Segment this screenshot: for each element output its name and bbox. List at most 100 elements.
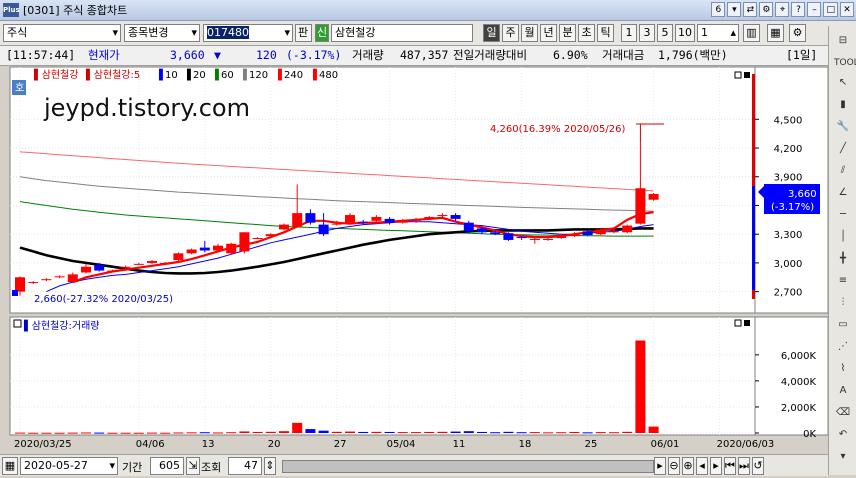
volume-minimize-icon[interactable]	[734, 319, 742, 327]
candle-body	[635, 188, 646, 224]
volume-bar	[318, 430, 329, 433]
x-axis-label: 2020/03/25	[14, 439, 72, 450]
legend-stock-name-text: 삼현철강	[42, 69, 79, 81]
vertical-line-icon[interactable]: │	[834, 230, 852, 244]
zoom-in-icon[interactable]: ⊕	[682, 457, 694, 475]
settings-icon[interactable]: ⚙	[759, 2, 774, 17]
change-item-select[interactable]: 종목변경 ▾	[124, 24, 200, 42]
grid-icon[interactable]: ▦	[767, 24, 784, 42]
page-number[interactable]: 6	[711, 2, 726, 17]
scroll-left-end-icon[interactable]: ◂	[696, 457, 708, 475]
legend-ma5-text: 삼현철강:5	[94, 69, 141, 81]
horizontal-scrollbar[interactable]	[282, 460, 654, 473]
period-button-5[interactable]: 초	[578, 24, 595, 42]
fan-icon[interactable]: ⋰	[834, 340, 852, 354]
period-tag[interactable]: [1일]	[786, 46, 817, 65]
period-button-6[interactable]: 틱	[597, 24, 614, 42]
pin-icon[interactable]: ⌖	[775, 2, 790, 17]
close-icon[interactable]: ✕	[840, 2, 854, 17]
candle-body	[15, 277, 25, 292]
chart-toolbar: 주식 ▾ 종목변경 ▾ 017480 ▾ 판 신 삼현철강 일주월년분초틱 1 …	[0, 21, 856, 46]
volume-bar	[54, 432, 65, 434]
chart-settings-icon[interactable]: ▥	[743, 24, 760, 42]
collapse-icon[interactable]: ⊟	[834, 34, 852, 48]
period-button-3[interactable]: 년	[540, 24, 557, 42]
candle-body	[556, 235, 567, 239]
angle-icon[interactable]: ∠	[834, 186, 852, 200]
scroll-down-icon[interactable]: ▾	[834, 450, 852, 464]
legend-ma-10: 10	[165, 70, 178, 81]
trendline-icon[interactable]: ╱	[834, 142, 852, 156]
parallel-icon[interactable]: ⫽	[834, 164, 852, 178]
candle-body	[397, 220, 408, 223]
tool-label[interactable]: TOOL	[834, 56, 856, 70]
volume-panel-toggle-icon[interactable]	[13, 319, 22, 328]
stock-code-input[interactable]: 017480 ▾	[203, 24, 293, 42]
rewind-icon[interactable]: ⏮	[724, 457, 736, 475]
cross-icon[interactable]: ╋	[834, 252, 852, 266]
unit-value: 1	[701, 26, 708, 39]
rectangle-icon[interactable]: ▭	[834, 318, 852, 332]
stock-chart-svg[interactable]: 4,5004,2003,9003,6003,3003,0002,7006,000…	[0, 66, 829, 475]
query-icon[interactable]: ⇲	[186, 457, 200, 475]
minimize-icon[interactable]: –	[807, 2, 822, 17]
pan-button[interactable]: 판	[295, 24, 312, 42]
number-button-1[interactable]: 1	[621, 24, 637, 42]
candle-body	[371, 216, 382, 221]
undo-icon[interactable]: ↶	[834, 428, 852, 442]
period-button-2[interactable]: 월	[521, 24, 538, 42]
stock-code-value: 017480	[207, 26, 249, 39]
period-input[interactable]: 605	[150, 457, 184, 475]
chevron-down-icon: ▾	[109, 459, 115, 472]
candle-body	[305, 213, 316, 223]
wrench-icon[interactable]: 🔧	[834, 120, 852, 134]
bar-icon[interactable]: ▮	[834, 98, 852, 112]
help-icon[interactable]: ?	[791, 2, 806, 17]
text-icon[interactable]: A	[834, 384, 852, 398]
shin-badge[interactable]: 신	[315, 24, 329, 42]
fibonacci-icon[interactable]: ≡	[834, 274, 852, 288]
count-input[interactable]: 47	[228, 457, 262, 475]
period-button-1[interactable]: 주	[502, 24, 519, 42]
replay-icon[interactable]: ↺	[752, 457, 764, 475]
pattern-icon[interactable]: ⌇	[834, 362, 852, 376]
candle-body	[543, 238, 553, 240]
candle-body	[265, 234, 276, 237]
candle-body	[503, 233, 514, 240]
number-button-5[interactable]: 5	[657, 24, 673, 42]
horizontal-line-icon[interactable]: ─	[834, 208, 852, 222]
gear-icon[interactable]: ⚙	[789, 24, 806, 42]
volume-bar	[424, 431, 435, 433]
zoom-out-icon[interactable]: ⊖	[668, 457, 680, 475]
market-select[interactable]: 주식 ▾	[3, 24, 121, 42]
volume-bar	[94, 432, 105, 434]
volume-bar	[450, 431, 461, 433]
forward-icon[interactable]: ⏭	[738, 457, 750, 475]
maximize-icon[interactable]: □	[823, 2, 838, 17]
quote-time: [11:57:44]	[6, 48, 76, 62]
unit-input[interactable]: 1 ▴	[697, 24, 739, 42]
eraser-icon[interactable]: ⌫	[834, 406, 852, 420]
candle-body	[67, 274, 78, 283]
period-label: 기간	[122, 461, 143, 474]
scroll-right-icon[interactable]: ▸	[654, 457, 666, 475]
volume-bar	[213, 432, 223, 434]
link-icon[interactable]: ⇄	[743, 2, 758, 17]
period-button-4[interactable]: 분	[559, 24, 576, 42]
period-button-0[interactable]: 일	[483, 24, 500, 42]
calendar-icon[interactable]: ▦	[2, 457, 18, 475]
volume-bar	[516, 432, 527, 434]
cursor-icon[interactable]: ↖	[834, 76, 852, 90]
channel-icon[interactable]: ⫶	[834, 296, 852, 310]
candle-body	[582, 231, 593, 236]
panel-close-icon[interactable]	[744, 72, 750, 78]
number-button-3[interactable]: 3	[639, 24, 655, 42]
dropdown-icon[interactable]: ▾	[727, 2, 742, 17]
candle-body	[199, 247, 210, 251]
count-spinner-icon[interactable]: ⇕	[264, 457, 276, 475]
number-button-10[interactable]: 10	[675, 24, 695, 42]
volume-close-icon[interactable]	[744, 320, 750, 326]
scroll-right-end-icon[interactable]: ▸	[710, 457, 722, 475]
panel-minimize-icon[interactable]	[734, 71, 742, 79]
date-input[interactable]: 2020-05-27 ▾	[20, 457, 118, 475]
